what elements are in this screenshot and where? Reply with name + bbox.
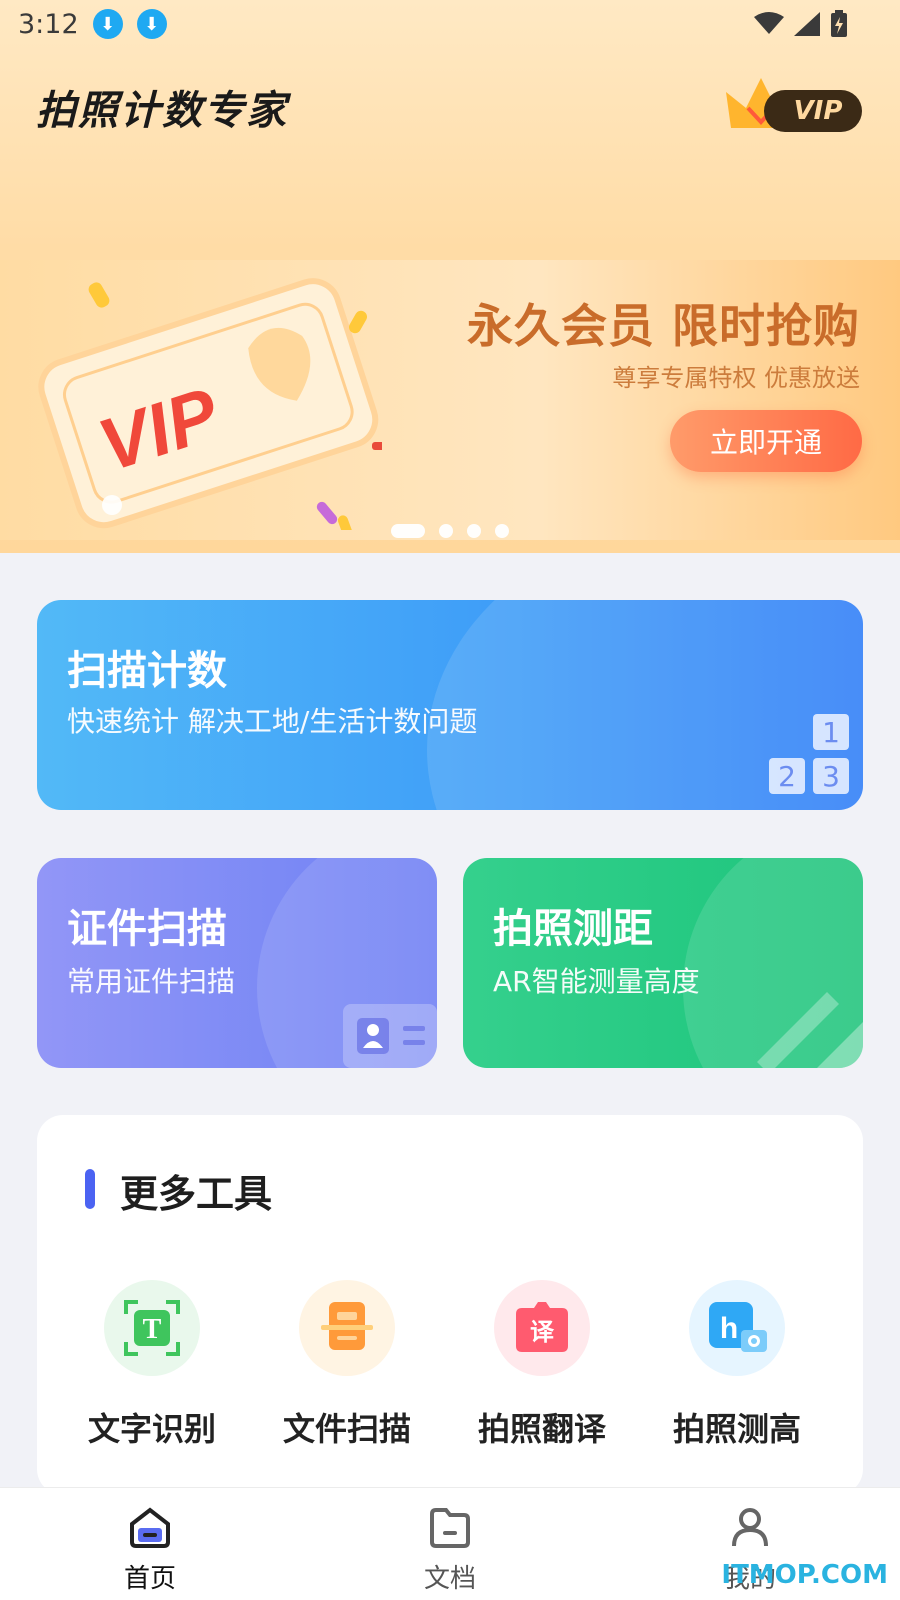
id-scan-title: 证件扫描 xyxy=(67,906,227,952)
home-icon xyxy=(130,1507,170,1548)
tool-label: 文字识别 xyxy=(87,1410,216,1448)
banner-subtitle: 尊享专属特权 优惠放送 xyxy=(612,364,860,392)
tool-label: 文件扫描 xyxy=(282,1410,411,1448)
vip-ticket-illustration: VIP xyxy=(38,278,382,530)
download-notification-icon: ⬇ xyxy=(136,9,167,39)
id-scan-subtitle: 常用证件扫描 xyxy=(67,965,236,998)
section-accent-bar xyxy=(85,1169,95,1209)
number-tile: 3 xyxy=(813,758,849,794)
photo-distance-card[interactable]: 拍照测距 AR智能测量高度 xyxy=(463,858,863,1068)
nav-label: 文档 xyxy=(423,1564,476,1594)
photo-distance-subtitle: AR智能测量高度 xyxy=(493,965,700,998)
wifi-icon xyxy=(754,12,784,34)
vip-promo-banner[interactable]: VIP 永久会员 限时抢购 尊享专属特权 优惠放送 立即开通 xyxy=(0,260,900,540)
scan-count-subtitle: 快速统计 解决工地/生活计数问题 xyxy=(67,705,478,738)
tool-label: 拍照翻译 xyxy=(477,1410,606,1448)
banner-pagination xyxy=(0,524,900,538)
ruler-icon xyxy=(757,992,863,1068)
translate-icon: 译 xyxy=(494,1280,590,1376)
profile-icon xyxy=(732,1508,768,1547)
nav-item-home[interactable]: 首页 xyxy=(80,1506,220,1595)
signal-icon xyxy=(794,12,820,36)
system-icons xyxy=(754,10,848,38)
tool-photo-translate[interactable]: 译 拍照翻译 xyxy=(457,1280,627,1450)
pagination-dot[interactable] xyxy=(439,524,453,538)
battery-icon xyxy=(831,10,847,37)
folder-icon xyxy=(430,1508,470,1548)
scan-count-title: 扫描计数 xyxy=(67,648,227,694)
vip-label: VIP xyxy=(764,90,862,132)
id-card-icon xyxy=(343,1004,437,1068)
bottom-navigation: 首页 文档 我的 ITMOP.COM xyxy=(0,1487,900,1600)
svg-text:h: h xyxy=(720,1312,738,1345)
number-tile: 2 xyxy=(769,758,805,794)
vip-entry-button[interactable]: VIP xyxy=(722,78,862,134)
open-vip-button[interactable]: 立即开通 xyxy=(670,410,862,472)
text-recognition-icon: T xyxy=(104,1280,200,1376)
nav-label: 首页 xyxy=(123,1564,176,1594)
status-time: 3:12 xyxy=(18,8,79,40)
photo-distance-title: 拍照测距 xyxy=(493,906,653,952)
download-notification-icon: ⬇ xyxy=(92,9,123,39)
banner-title: 永久会员 限时抢购 xyxy=(466,299,860,353)
app-title: 拍照计数专家 xyxy=(36,88,288,134)
svg-text:T: T xyxy=(143,1314,162,1345)
header-hero: 3:12 ⬇ ⬇ 拍照计数专家 VIP VIP 永久会员 限时抢购 尊享专属特权… xyxy=(0,0,900,553)
nav-item-documents[interactable]: 文档 xyxy=(380,1506,520,1595)
more-tools-panel: 更多工具 T 文字识别 文件扫描 译 拍照翻译 h 拍照测高 xyxy=(37,1115,863,1495)
tool-photo-height[interactable]: h 拍照测高 xyxy=(652,1280,822,1450)
pagination-dot[interactable] xyxy=(495,524,509,538)
svg-text:译: 译 xyxy=(530,1318,555,1346)
tool-label: 拍照测高 xyxy=(672,1410,801,1448)
document-scan-icon xyxy=(299,1280,395,1376)
id-scan-card[interactable]: 证件扫描 常用证件扫描 xyxy=(37,858,437,1068)
scan-count-card[interactable]: 扫描计数 快速统计 解决工地/生活计数问题 1 2 3 xyxy=(37,600,863,810)
pagination-dot[interactable] xyxy=(467,524,481,538)
watermark: ITMOP.COM xyxy=(721,1560,888,1590)
height-measure-icon: h xyxy=(689,1280,785,1376)
more-tools-title: 更多工具 xyxy=(120,1172,273,1216)
tool-document-scan[interactable]: 文件扫描 xyxy=(262,1280,432,1450)
pagination-dot-active[interactable] xyxy=(391,524,425,538)
tool-text-recognition[interactable]: T 文字识别 xyxy=(67,1280,237,1450)
number-tile: 1 xyxy=(813,714,849,750)
